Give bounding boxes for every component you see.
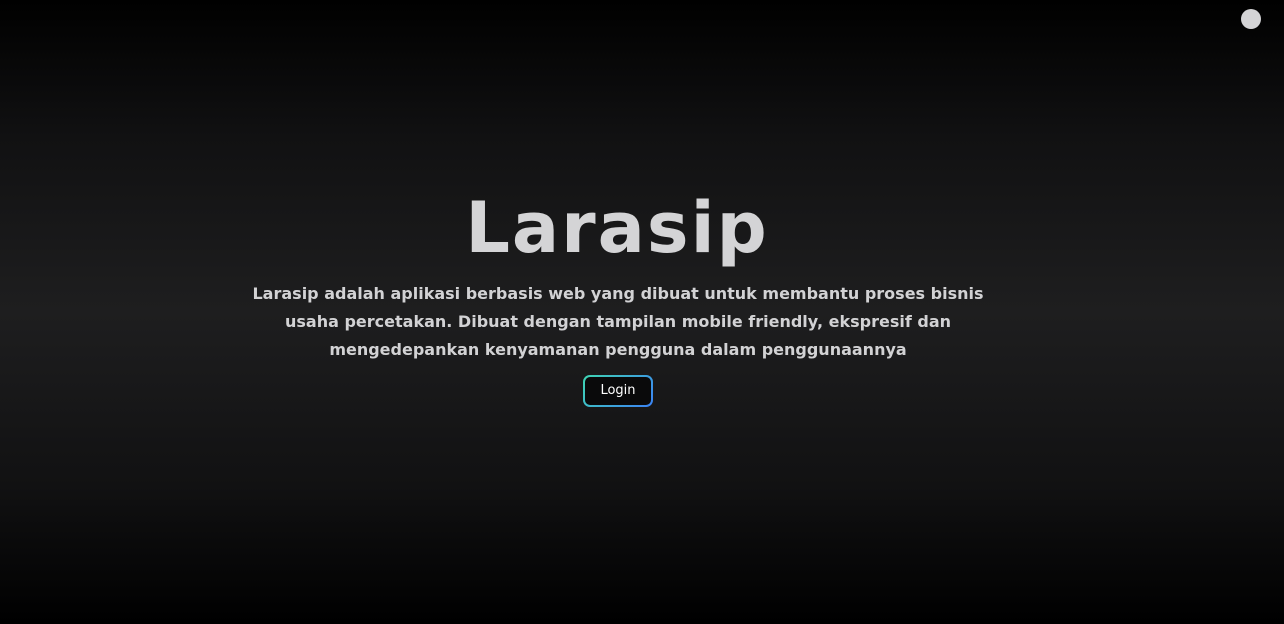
hero-section: Larasip Larasip adalah aplikasi berbasis… <box>0 0 1284 624</box>
page-title: Larasip <box>465 187 769 269</box>
login-button[interactable]: Login <box>583 375 653 407</box>
hero-description: Larasip adalah aplikasi berbasis web yan… <box>252 284 984 359</box>
